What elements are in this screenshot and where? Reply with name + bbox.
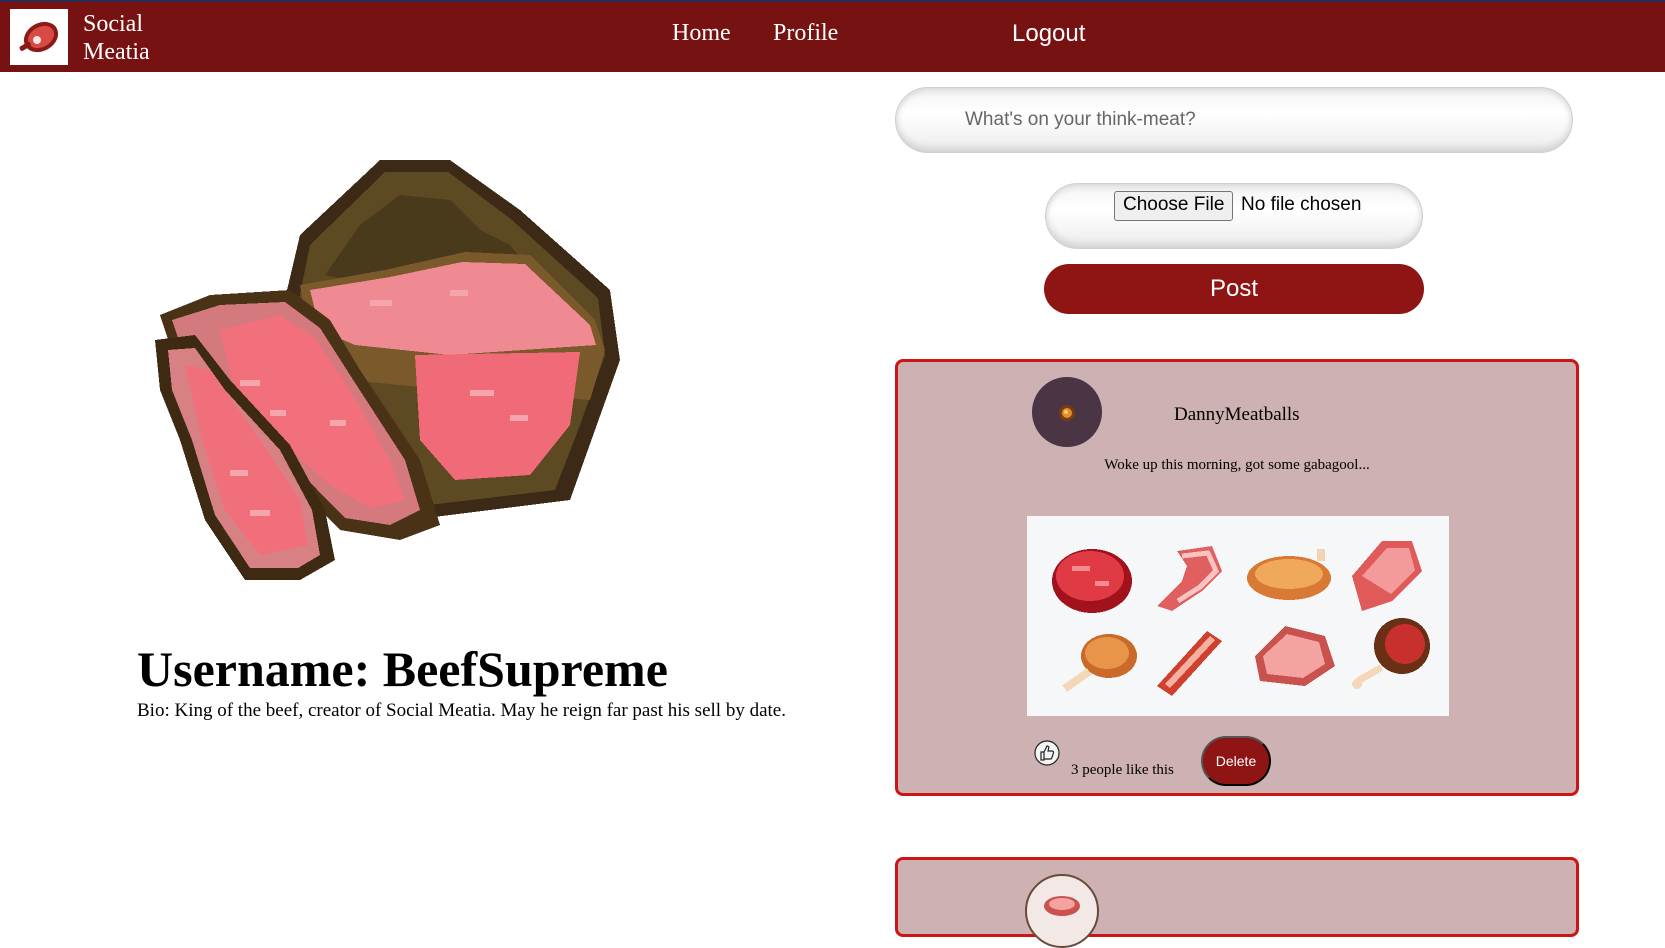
avatar[interactable]: [1025, 874, 1099, 948]
brand-line-1: Social: [83, 11, 143, 37]
top-nav: Social Meatia Home Profile Logout: [0, 0, 1665, 72]
like-count: 3 people like this: [1071, 762, 1174, 778]
post-card: DannyMeatballs Woke up this morning, got…: [895, 359, 1579, 796]
logo-icon[interactable]: [10, 9, 68, 65]
post-text-input[interactable]: [895, 87, 1573, 153]
profile-username: Username: BeefSupreme: [137, 641, 668, 697]
post-author[interactable]: DannyMeatballs: [1174, 404, 1300, 426]
file-upload-container: [1045, 183, 1423, 249]
avatar[interactable]: [1032, 377, 1102, 447]
post-card: [895, 857, 1579, 948]
profile-picture: [150, 140, 650, 620]
choose-file-button[interactable]: Choose File: [1114, 191, 1234, 221]
post-body: Woke up this morning, got some gabagool.…: [1104, 457, 1370, 473]
nav-profile-link[interactable]: Profile: [773, 20, 838, 47]
thumbs-up-icon[interactable]: [1034, 740, 1060, 766]
brand-name[interactable]: Social Meatia: [83, 10, 150, 66]
post-button[interactable]: Post: [1044, 264, 1424, 314]
file-status-text: No file chosen: [1241, 194, 1362, 215]
profile-bio: Bio: King of the beef, creator of Social…: [137, 700, 786, 721]
nav-home-link[interactable]: Home: [672, 20, 731, 47]
post-image: [1027, 516, 1449, 716]
delete-button[interactable]: Delete: [1201, 736, 1271, 786]
brand-line-2: Meatia: [83, 39, 150, 65]
nav-logout-link[interactable]: Logout: [1012, 20, 1085, 48]
